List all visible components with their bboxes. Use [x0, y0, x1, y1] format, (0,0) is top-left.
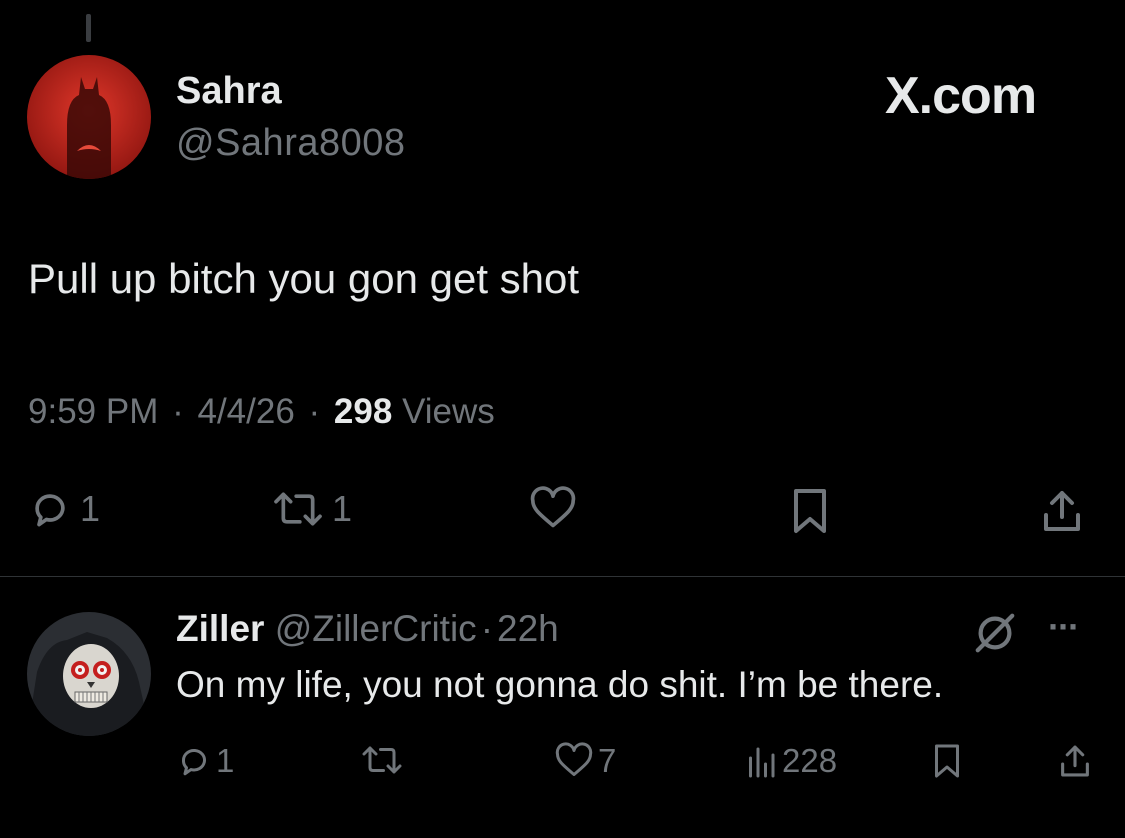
bookmark-icon — [794, 489, 826, 533]
reply-like-button[interactable]: 7 — [554, 742, 616, 780]
reply-icon — [35, 494, 65, 527]
tweet-text: Pull up bitch you gon get shot — [28, 255, 580, 302]
heart-icon — [555, 742, 593, 776]
heart-icon — [530, 486, 576, 528]
reply-author-avatar[interactable] — [27, 612, 151, 736]
reply-count: 1 — [80, 488, 101, 529]
repost-count: 1 — [332, 488, 353, 529]
reply-like-count: 7 — [598, 742, 617, 779]
meta-separator: · — [172, 392, 184, 431]
bookmark-icon — [935, 744, 959, 778]
author-avatar[interactable] — [27, 55, 151, 179]
repost-icon — [274, 492, 322, 526]
skull-avatar-image — [27, 612, 151, 736]
tweet-date[interactable]: 4/4/26 — [197, 392, 294, 431]
grok-icon — [975, 613, 1015, 653]
repost-icon — [362, 746, 402, 774]
analytics-icon — [749, 747, 775, 778]
share-button[interactable] — [1040, 487, 1084, 535]
reply-icon — [181, 748, 206, 776]
reply-bookmark-button[interactable] — [932, 742, 962, 780]
reply-text: On my life, you not gonna do shit. I’m b… — [176, 664, 944, 705]
reply-share-button[interactable] — [1058, 742, 1092, 780]
repost-button[interactable]: 1 — [272, 487, 352, 531]
bookmark-button[interactable] — [790, 487, 830, 535]
reply-separator: · — [480, 608, 494, 649]
views-label: Views — [402, 392, 495, 431]
grok-button[interactable] — [972, 610, 1018, 661]
brand-logo-text: X.com — [885, 67, 1037, 125]
meta-separator: · — [308, 392, 321, 431]
reply-header: Ziller @ZillerCritic · 22h — [176, 608, 559, 650]
share-icon — [1061, 745, 1089, 777]
views-count: 298 — [333, 392, 393, 431]
more-options-icon[interactable]: ··· — [1048, 606, 1080, 648]
reply-author-handle[interactable]: @ZillerCritic — [275, 608, 477, 649]
tweet-time[interactable]: 9:59 PM — [28, 392, 158, 431]
reply-button[interactable]: 1 — [28, 487, 100, 531]
reply-views-button[interactable]: 228 — [744, 742, 837, 780]
reply-repost-button[interactable] — [360, 742, 404, 778]
like-button[interactable] — [528, 486, 578, 531]
author-name[interactable]: Sahra — [176, 70, 282, 113]
thread-connector-line — [86, 14, 91, 42]
share-icon — [1044, 491, 1080, 531]
reply-author-name[interactable]: Ziller — [176, 608, 264, 649]
author-handle[interactable]: @Sahra8008 — [176, 122, 406, 165]
reply-reply-button[interactable]: 1 — [176, 742, 234, 780]
batman-avatar-image — [27, 55, 151, 179]
reply-age[interactable]: 22h — [497, 608, 559, 649]
tweet-meta: 9:59 PM · 4/4/26 · 298 Views — [28, 392, 495, 432]
reply-views-count: 228 — [782, 742, 838, 779]
tweet-divider — [0, 576, 1125, 577]
reply-reply-count: 1 — [216, 742, 235, 779]
